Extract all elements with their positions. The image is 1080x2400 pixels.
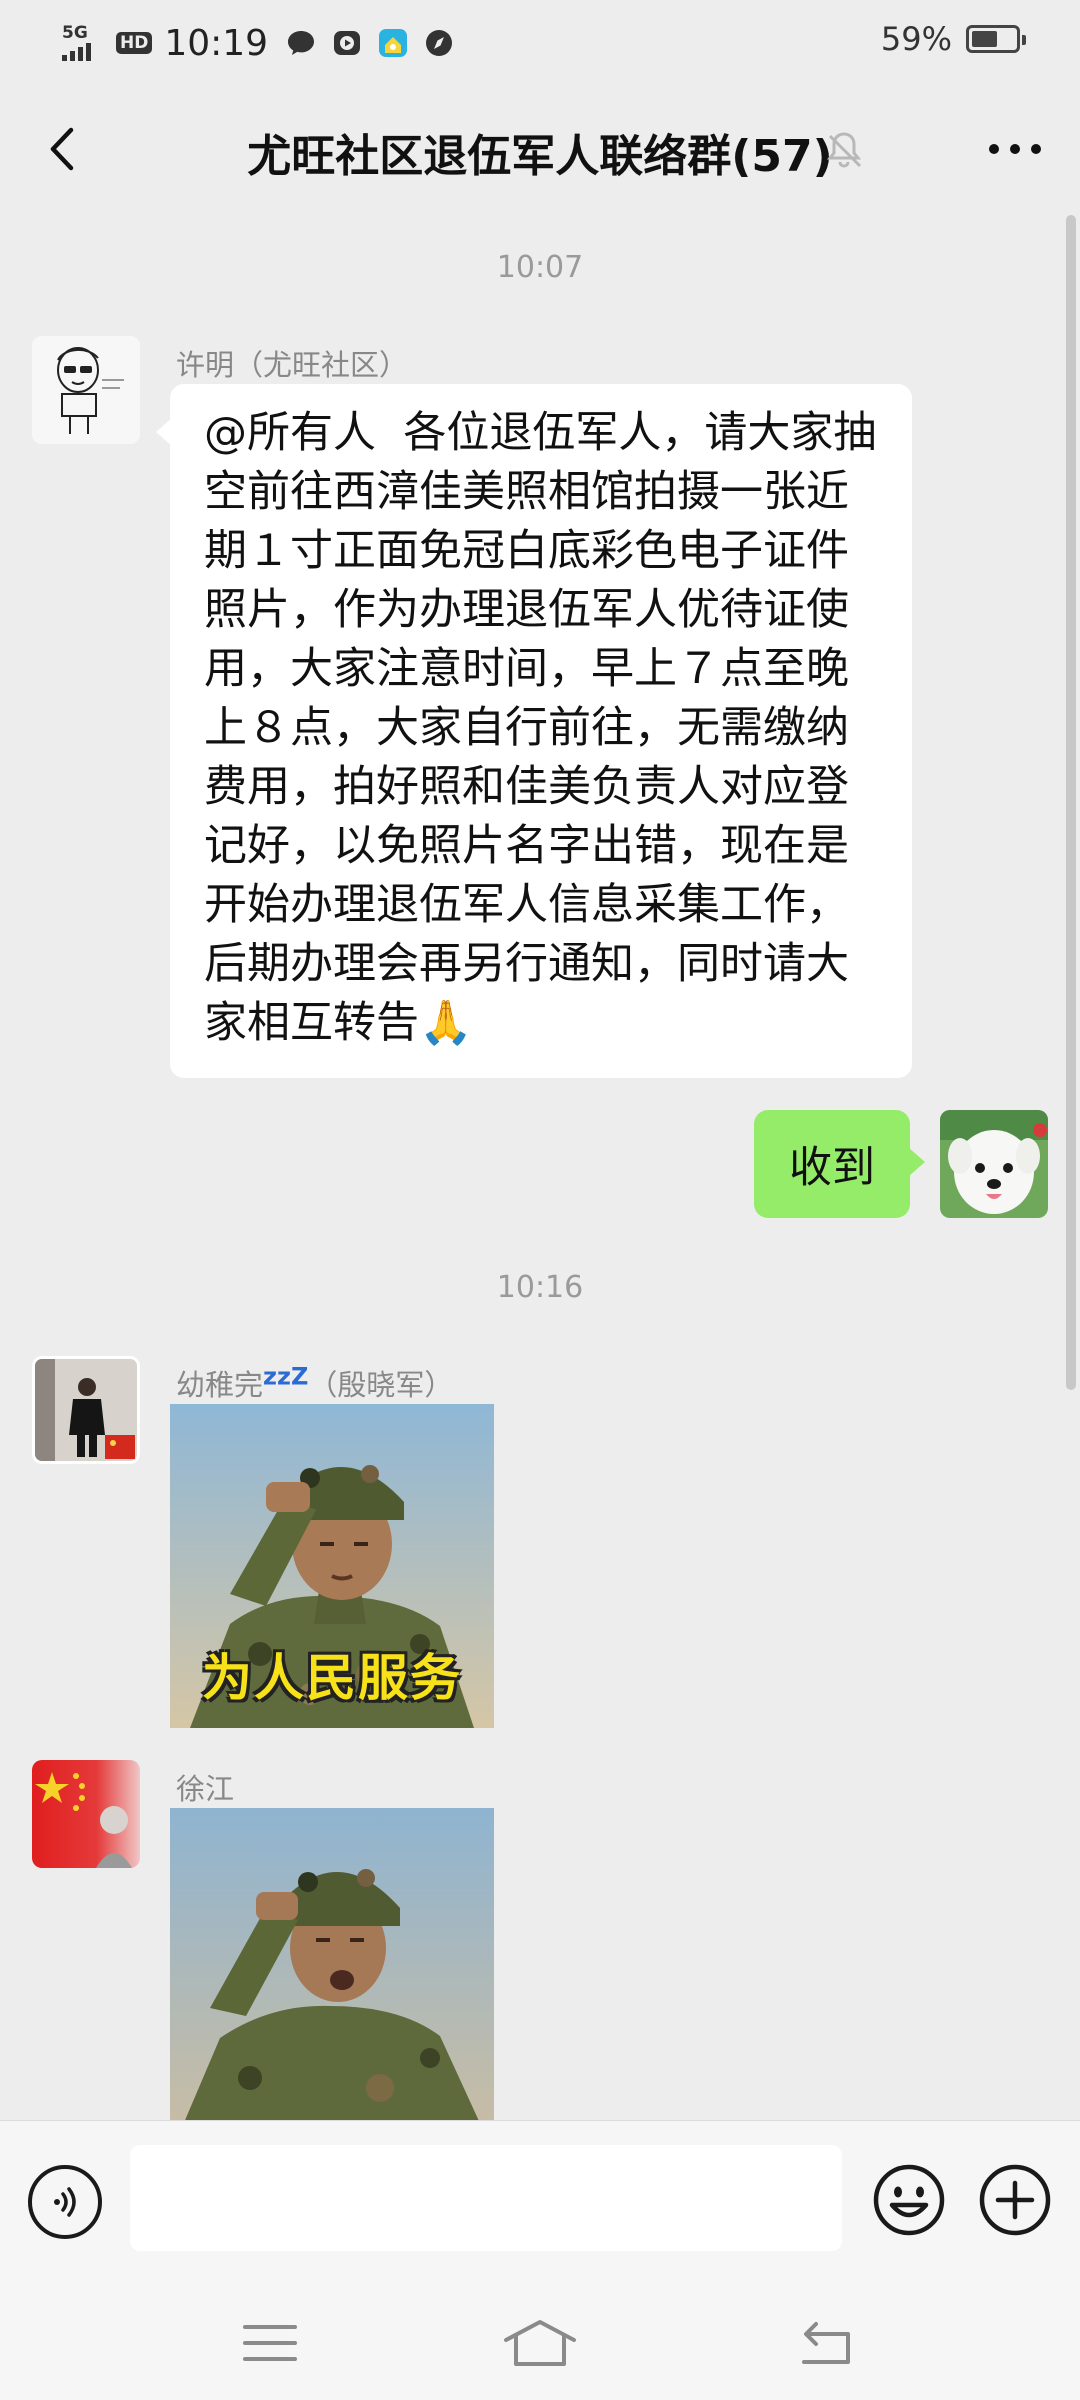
status-bar: 5G HD 10:19 59% xyxy=(0,0,1080,84)
nav-back-button[interactable] xyxy=(776,2308,872,2378)
emoji-button[interactable] xyxy=(870,2161,948,2239)
sticker-caption: 为人民服务 xyxy=(202,1649,462,1707)
timestamp: 10:07 xyxy=(496,250,584,285)
network-type: 5G xyxy=(62,23,88,43)
title-bar: 尤旺社区退伍军人联络群(57) xyxy=(0,84,1080,214)
compass-icon xyxy=(422,26,456,60)
cellular-signal-icon: 5G xyxy=(60,23,104,63)
menu-icon xyxy=(243,2325,297,2361)
voice-icon xyxy=(54,2187,76,2217)
message-text: 收到 xyxy=(789,1143,875,1193)
message-bubble-self[interactable]: 收到 xyxy=(754,1110,925,1218)
voice-input-button[interactable] xyxy=(28,2165,102,2239)
chat-message-list[interactable]: 10:07 许明（尤旺社区） @所有人 各位退伍军人，请大家抽空前往西漳佳美照相… xyxy=(0,214,1080,2120)
sleep-emoji: zzZ xyxy=(263,1362,309,1391)
sender-name: 许明（尤旺社区） xyxy=(176,348,409,382)
avatar[interactable] xyxy=(32,336,140,444)
more-options-button[interactable] xyxy=(980,114,1050,184)
message-notification-icon xyxy=(284,26,318,60)
more-dots-icon xyxy=(989,144,1041,154)
avatar[interactable] xyxy=(32,1760,140,1868)
timestamp: 10:16 xyxy=(496,1270,584,1305)
nav-menu-button[interactable] xyxy=(222,2308,318,2378)
avatar[interactable] xyxy=(32,1356,140,1464)
back-icon xyxy=(802,2322,850,2364)
battery-icon xyxy=(966,25,1026,53)
scrollbar[interactable] xyxy=(1066,215,1076,1390)
chat-title: 尤旺社区退伍军人联络群(57) xyxy=(247,131,833,182)
nav-home-button[interactable] xyxy=(492,2308,588,2378)
message-input[interactable] xyxy=(130,2145,842,2251)
message-bubble[interactable]: @所有人 各位退伍军人，请大家抽空前往西漳佳美照相馆拍摄一张近期１寸正面免冠白底… xyxy=(156,384,912,1078)
home-icon xyxy=(504,2320,576,2366)
mute-bell-icon xyxy=(820,126,868,174)
sender-name: 徐江 xyxy=(176,1772,235,1806)
hd-badge: HD xyxy=(116,32,153,54)
sticker-image[interactable]: 为人民服务 xyxy=(170,1404,494,1728)
video-app-icon xyxy=(330,26,364,60)
more-functions-button[interactable] xyxy=(976,2161,1054,2239)
input-bar xyxy=(0,2120,1080,2285)
emoji-icon xyxy=(873,2164,945,2236)
avatar-self[interactable] xyxy=(940,1110,1048,1218)
system-navigation-bar xyxy=(0,2284,1080,2400)
sticker-image[interactable] xyxy=(170,1808,494,2120)
plus-icon xyxy=(979,2164,1051,2236)
app-notification-icon xyxy=(376,26,410,60)
battery-percent: 59% xyxy=(880,20,952,58)
status-time: 10:19 xyxy=(164,22,269,64)
sender-name: 幼稚完zzZ（殷晓军） xyxy=(176,1362,454,1402)
